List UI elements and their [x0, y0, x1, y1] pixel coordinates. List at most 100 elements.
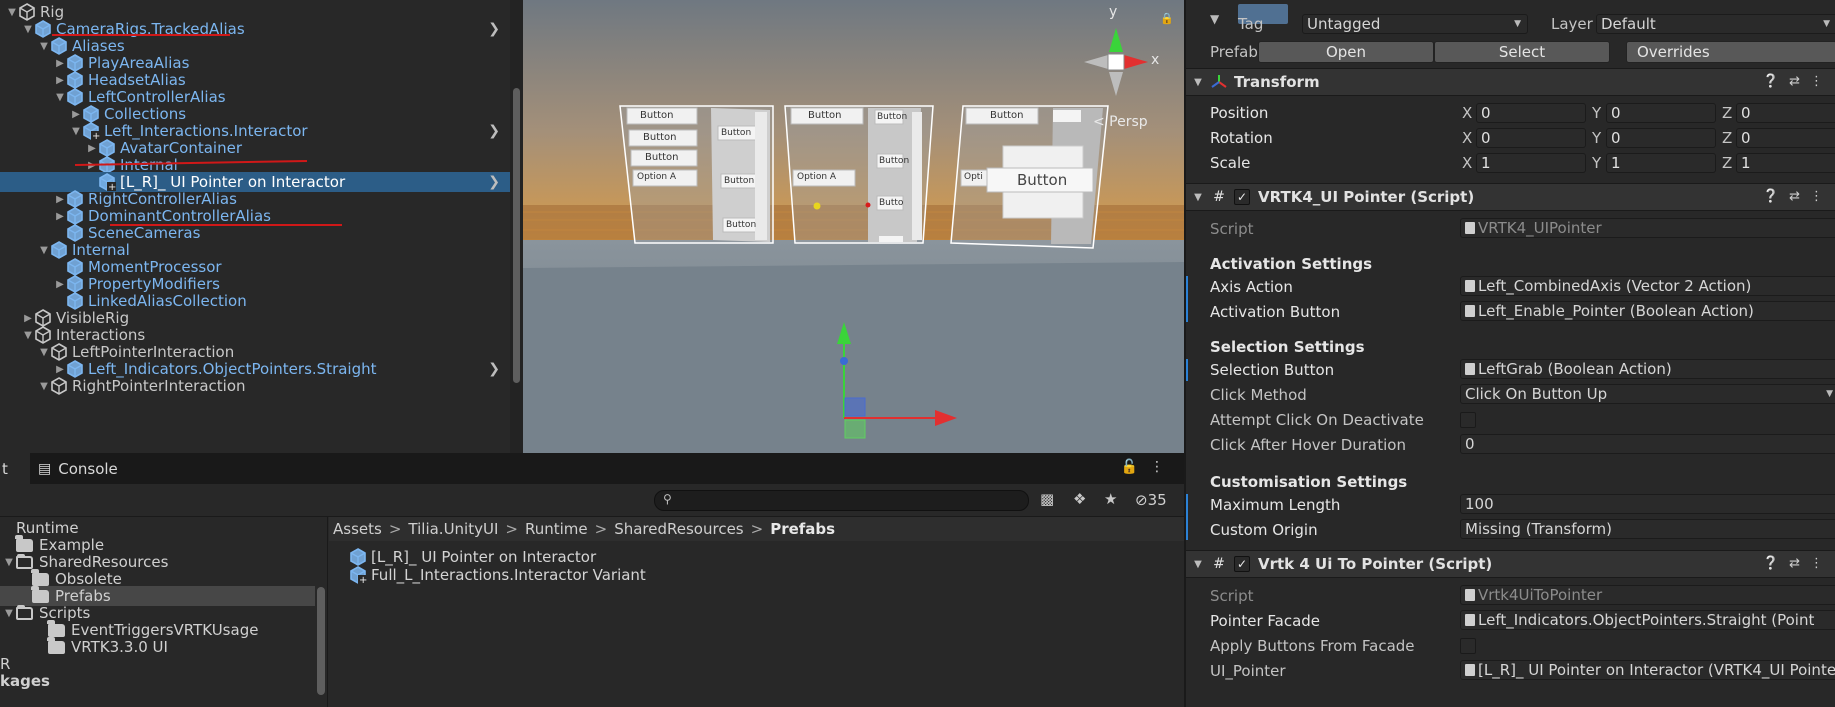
activation-button-field[interactable]: Left_Enable_Pointer (Boolean Action)	[1460, 301, 1835, 321]
hidden-packages-count[interactable]: ⊘35	[1135, 491, 1167, 509]
prefab-select-button[interactable]: Select	[1434, 41, 1610, 63]
breadcrumb-item[interactable]: Assets	[333, 520, 382, 538]
scene-button-label: Butto	[879, 198, 904, 208]
axis-z-label: Z	[1722, 104, 1733, 122]
scene-button-label: Button	[721, 128, 752, 138]
console-icon: ▤	[38, 460, 52, 477]
folder-scrollbar[interactable]	[315, 517, 328, 707]
customisation-settings-heading: Customisation Settings	[1210, 473, 1408, 491]
search-icon: ⚲	[663, 492, 672, 506]
transform-z-input[interactable]: 1	[1736, 153, 1835, 173]
folder-item[interactable]: kages	[0, 671, 315, 691]
annotation-underline	[52, 34, 230, 36]
asset-browser: Assets > Tilia.UnityUI > Runtime > SharedResou…	[329, 517, 1184, 707]
lock-icon[interactable]: 🔒	[1160, 12, 1174, 25]
script-field[interactable]: Vrtk4UiToPointer	[1460, 585, 1835, 605]
breadcrumb-item[interactable]: SharedResources	[614, 520, 743, 538]
component-options[interactable]: ❔⇄⋮	[1763, 556, 1833, 571]
more-icon: ⋮	[1810, 74, 1833, 89]
layer-dropdown[interactable]: Default	[1596, 14, 1835, 34]
component-enabled-checkbox[interactable]: ✓	[1234, 556, 1250, 572]
selection-settings-heading: Selection Settings	[1210, 338, 1365, 356]
transform-z-input[interactable]: 0	[1736, 128, 1835, 148]
scene-button-label: Button	[643, 132, 677, 143]
breadcrumb: Assets > Tilia.UnityUI > Runtime > SharedResou…	[329, 517, 1184, 541]
breadcrumb-item[interactable]: Prefabs	[770, 520, 835, 538]
gameobject-icon	[50, 377, 72, 395]
folder-icon	[47, 636, 65, 654]
hierarchy-scrollbar[interactable]	[510, 0, 523, 453]
filter-by-label-icon[interactable]: ❖	[1073, 490, 1086, 508]
custom-origin-label: Custom Origin	[1210, 521, 1318, 539]
fold-icon[interactable]: ▼	[1186, 192, 1210, 203]
search-input[interactable]: ⚲	[654, 490, 1029, 511]
transform-header[interactable]: ▼ Transform ❔⇄⋮	[1186, 68, 1835, 96]
tab-options[interactable]: 🔓⋮	[1121, 459, 1176, 475]
fold-icon[interactable]: ▼	[1186, 77, 1210, 88]
asset-item[interactable]: + Full_L_Interactions.Interactor Variant	[349, 565, 646, 585]
transform-x-input[interactable]: 1	[1476, 153, 1586, 173]
breadcrumb-item[interactable]: Tilia.UnityUI	[408, 520, 498, 538]
component-options[interactable]: ❔⇄⋮	[1763, 189, 1833, 204]
prefab-overrides-dropdown[interactable]: Overrides	[1626, 41, 1835, 63]
ui-to-pointer-component-header[interactable]: ▼ # ✓ Vrtk 4 Ui To Pointer (Script) ❔⇄⋮	[1186, 550, 1835, 578]
scene-view[interactable]: y x 🔒 < Persp Button Button Button Optio…	[523, 0, 1184, 453]
help-icon: ❔	[1762, 189, 1790, 204]
ui-pointer-field[interactable]: [L_R]_ UI Pointer on Interactor (VRTK4_U…	[1460, 660, 1835, 680]
preset-icon: ⇄	[1789, 189, 1810, 204]
scene-button-label: Button	[640, 110, 674, 121]
hierarchy-item[interactable]: ▼ RightPointerInteraction	[0, 376, 510, 396]
fold-arrow-icon[interactable]: ▼	[38, 376, 50, 396]
selection-button-field[interactable]: LeftGrab (Boolean Action)	[1460, 359, 1835, 379]
attempt-click-checkbox[interactable]	[1460, 412, 1476, 428]
prefab-label: Prefab	[1210, 43, 1258, 61]
apply-buttons-checkbox[interactable]	[1460, 638, 1476, 654]
fold-icon[interactable]: ▼	[1186, 559, 1210, 570]
asset-item[interactable]: [L_R]_ UI Pointer on Interactor	[349, 547, 596, 567]
tab-console[interactable]: ▤ Console	[38, 453, 118, 484]
transform-y-input[interactable]: 1	[1606, 153, 1716, 173]
axis-y-label: Y	[1592, 104, 1602, 122]
maximum-length-input[interactable]: 100	[1460, 494, 1835, 514]
scene-canvas[interactable]	[523, 0, 1184, 453]
prefab-icon	[349, 548, 371, 566]
component-options[interactable]: ❔⇄⋮	[1763, 74, 1833, 89]
script-field[interactable]: VRTK4_UIPointer	[1460, 218, 1835, 238]
scene-dropdown-label: Opti	[964, 172, 983, 182]
scene-button-label: Button	[877, 112, 908, 122]
transform-y-input[interactable]: 0	[1606, 103, 1716, 123]
transform-z-input[interactable]: 0	[1736, 103, 1835, 123]
project-panel: t ▤ Console 🔓⋮ ⚲ ▩ ❖ ★ ⊘35 Runtime Exampl…	[0, 453, 1184, 707]
attempt-click-label: Attempt Click On Deactivate	[1210, 411, 1424, 429]
help-icon: ❔	[1762, 556, 1790, 571]
transform-x-input[interactable]: 0	[1476, 103, 1586, 123]
transform-y-input[interactable]: 0	[1606, 128, 1716, 148]
scene-button-label: Button	[724, 176, 755, 186]
axis-x-label: X	[1462, 154, 1473, 172]
fold-arrow-icon[interactable]: ▼	[2, 608, 16, 619]
inspector-panel: ▼ Tag Untagged Layer Default Prefab Open…	[1184, 0, 1835, 707]
axis-action-field[interactable]: Left_CombinedAxis (Vector 2 Action)	[1460, 276, 1835, 296]
favorite-star-icon[interactable]: ★	[1104, 490, 1117, 508]
tag-dropdown[interactable]: Untagged	[1302, 14, 1528, 34]
axis-z-label: Z	[1722, 129, 1733, 147]
collapse-icon[interactable]: ▼	[1210, 12, 1219, 26]
pointer-facade-field[interactable]: Left_Indicators.ObjectPointers.Straight …	[1460, 610, 1835, 630]
perspective-label[interactable]: < Persp	[1093, 114, 1148, 130]
scene-button-label: Button	[726, 220, 757, 230]
click-method-dropdown[interactable]: Click On Button Up	[1460, 384, 1835, 404]
filter-by-type-icon[interactable]: ▩	[1040, 490, 1054, 508]
prefab-variant-icon: +	[349, 566, 371, 584]
breadcrumb-item[interactable]: Runtime	[525, 520, 588, 538]
transform-x-input[interactable]: 0	[1476, 128, 1586, 148]
ui-pointer-component-header[interactable]: ▼ # ✓ VRTK4_UI Pointer (Script) ❔⇄⋮	[1186, 183, 1835, 211]
component-enabled-checkbox[interactable]: ✓	[1234, 189, 1250, 205]
axis-y-label: Y	[1592, 129, 1602, 147]
fold-arrow-icon[interactable]: ▼	[2, 557, 16, 568]
folder-tree: Runtime Example ▼ SharedResources Obsolete Pr…	[0, 517, 328, 707]
custom-origin-field[interactable]: Missing (Transform)	[1460, 519, 1835, 539]
prefab-open-button[interactable]: Open	[1258, 41, 1434, 63]
click-after-hover-input[interactable]: 0	[1460, 434, 1835, 454]
more-icon: ⋮	[1810, 556, 1833, 571]
tab-project[interactable]: t	[0, 453, 30, 484]
